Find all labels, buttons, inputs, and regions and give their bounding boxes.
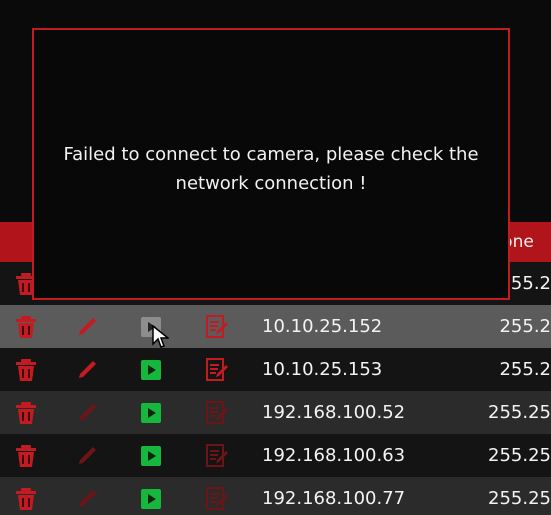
mouse-cursor-icon <box>152 325 169 348</box>
table-row[interactable]: 192.168.100.52 255.25 <box>0 391 551 434</box>
edit-document-icon <box>206 486 228 510</box>
table-row[interactable]: 10.10.25.153 255.2 <box>0 348 551 391</box>
delete-button[interactable] <box>0 305 52 348</box>
trash-icon <box>16 401 36 424</box>
delete-button[interactable] <box>0 434 52 477</box>
play-icon <box>141 359 161 380</box>
ip-address: 10.10.25.153 <box>262 359 383 380</box>
trash-icon <box>16 315 36 338</box>
subnet-mask-value: 255.2 <box>499 316 551 337</box>
table-row[interactable]: 192.168.100.63 255.25 <box>0 434 551 477</box>
edit-button[interactable] <box>64 391 110 434</box>
pencil-icon <box>79 360 96 378</box>
dialog-message-line-2: network connection ! <box>175 173 367 194</box>
edit-button[interactable] <box>64 348 110 391</box>
subnet-mask-value: 255.25 <box>488 488 551 509</box>
pencil-icon <box>79 403 96 421</box>
play-button[interactable] <box>128 477 174 515</box>
play-icon <box>141 402 161 423</box>
ip-address: 192.168.100.77 <box>262 488 406 509</box>
trash-icon <box>16 444 36 467</box>
edit-document-button[interactable] <box>194 348 240 391</box>
edit-document-icon <box>206 443 228 467</box>
play-icon <box>141 445 161 466</box>
pencil-icon <box>79 489 96 507</box>
dialog-message-line-1: Failed to connect to camera, please chec… <box>63 144 479 165</box>
pencil-icon <box>79 317 96 335</box>
subnet-mask-value: 255.25 <box>488 402 551 423</box>
edit-document-button[interactable] <box>194 305 240 348</box>
play-icon <box>141 488 161 509</box>
connection-error-dialog: Failed to connect to camera, please chec… <box>32 28 510 300</box>
ip-address: 192.168.100.63 <box>262 445 406 466</box>
dialog-message: Failed to connect to camera, please chec… <box>44 140 498 198</box>
subnet-mask-value: 255.2 <box>499 359 551 380</box>
edit-document-button[interactable] <box>194 434 240 477</box>
edit-button[interactable] <box>64 305 110 348</box>
play-button[interactable] <box>128 434 174 477</box>
edit-document-button[interactable] <box>194 477 240 515</box>
pencil-icon <box>79 446 96 464</box>
edit-document-icon <box>206 400 228 424</box>
ip-address: 10.10.25.152 <box>262 316 383 337</box>
edit-button[interactable] <box>64 477 110 515</box>
table-row[interactable]: 192.168.100.77 255.25 <box>0 477 551 515</box>
trash-icon <box>16 487 36 510</box>
table-row[interactable]: 10.10.25.152 255.2 <box>0 305 551 348</box>
edit-document-icon <box>206 314 228 338</box>
trash-icon <box>16 358 36 381</box>
delete-button[interactable] <box>0 391 52 434</box>
camera-management-screen: ubne 55.2 10.10.25.152 255.2 10.10.25.15… <box>0 0 551 515</box>
edit-document-icon <box>206 357 228 381</box>
ip-address: 192.168.100.52 <box>262 402 406 423</box>
play-button[interactable] <box>128 391 174 434</box>
delete-button[interactable] <box>0 348 52 391</box>
play-button[interactable] <box>128 348 174 391</box>
edit-document-button[interactable] <box>194 391 240 434</box>
delete-button[interactable] <box>0 477 52 515</box>
subnet-mask-value: 255.25 <box>488 445 551 466</box>
edit-button[interactable] <box>64 434 110 477</box>
